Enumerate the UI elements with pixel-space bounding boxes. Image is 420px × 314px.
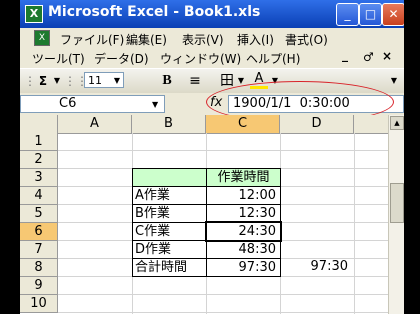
menu-view[interactable]: 表示(V)	[182, 31, 224, 48]
chevron-down-icon: ▼	[113, 76, 120, 85]
row-header-9[interactable]: 9	[20, 277, 58, 295]
menu-edit[interactable]: 編集(E)	[126, 31, 167, 48]
cell-b7[interactable]: D作業	[132, 240, 207, 259]
autosum-button[interactable]: Σ	[34, 72, 52, 90]
menu-tools[interactable]: ツール(T)	[32, 50, 85, 67]
column-header-c[interactable]: C	[206, 115, 280, 133]
column-header-a[interactable]: A	[58, 115, 132, 133]
cell-c6-selected[interactable]: 24:30	[205, 221, 282, 242]
cell-b8[interactable]: 合計時間	[132, 258, 207, 277]
row-header-1[interactable]: 1	[20, 133, 58, 151]
row-header-3[interactable]: 3	[20, 169, 58, 187]
workbook-icon[interactable]: X	[34, 30, 50, 46]
row-header-10[interactable]: 10	[20, 295, 58, 313]
align-button[interactable]: ≡	[186, 72, 204, 90]
menu-bar: X ファイル(F) 編集(E) 表示(V) 挿入(I) 書式(O) ツール(T)…	[20, 28, 404, 68]
toolbar-separator: ⋮	[64, 74, 76, 88]
close-button[interactable]: ✕	[382, 3, 404, 26]
select-all-corner[interactable]	[20, 115, 58, 133]
excel-icon: X	[25, 5, 43, 23]
doc-minimize-button[interactable]: _	[342, 48, 348, 62]
column-header-row: A B C D	[20, 115, 404, 134]
scroll-up-icon[interactable]: ▲	[390, 116, 404, 130]
menu-window[interactable]: ウィンドウ(W)	[160, 50, 241, 67]
row-header-4[interactable]: 4	[20, 187, 58, 205]
minimize-button[interactable]: _	[336, 3, 359, 26]
menu-data[interactable]: データ(D)	[94, 50, 149, 67]
cell-b3[interactable]	[132, 168, 207, 187]
cell-c3[interactable]: 作業時間	[206, 168, 281, 187]
font-size-select[interactable]: 11 ▼	[84, 72, 124, 88]
toolbar-grip-icon: ⋮	[76, 74, 88, 88]
chevron-down-icon[interactable]: ▼	[152, 100, 158, 109]
row-header-8[interactable]: 8	[20, 259, 58, 277]
chevron-down-icon[interactable]: ▼	[52, 72, 62, 90]
row-header-7[interactable]: 7	[20, 241, 58, 259]
bold-button[interactable]: B	[158, 72, 176, 90]
row-header-2[interactable]: 2	[20, 151, 58, 169]
gridline	[58, 312, 388, 313]
gridline	[58, 150, 388, 151]
cell-b4[interactable]: A作業	[132, 186, 207, 205]
row-header-6[interactable]: 6	[20, 223, 58, 241]
font-size-value: 11	[88, 74, 102, 87]
window-title: Microsoft Excel - Book1.xls	[48, 4, 261, 20]
scrollbar-thumb[interactable]	[390, 183, 404, 223]
doc-restore-button[interactable]: ♂	[363, 50, 374, 64]
cell-b6[interactable]: C作業	[132, 222, 207, 241]
cell-c8[interactable]: 97:30	[206, 258, 281, 277]
menu-file[interactable]: ファイル(F)	[60, 31, 124, 48]
gridline	[354, 133, 355, 314]
column-header-b[interactable]: B	[132, 115, 206, 133]
menu-format[interactable]: 書式(O)	[285, 31, 328, 48]
menu-insert[interactable]: 挿入(I)	[237, 31, 274, 48]
name-box[interactable]: C6	[20, 95, 165, 113]
title-bar[interactable]: X Microsoft Excel - Book1.xls _ □ ✕	[20, 0, 404, 28]
cell-c4[interactable]: 12:00	[206, 186, 281, 205]
toolbar-grip-icon: ⋮	[24, 74, 36, 88]
excel-window: X Microsoft Excel - Book1.xls _ □ ✕ X ファ…	[20, 0, 404, 314]
toolbar-options-icon[interactable]: ▼	[388, 72, 400, 90]
cell-d8[interactable]: 97:30	[280, 258, 354, 276]
menu-help[interactable]: ヘルプ(H)	[246, 50, 300, 67]
gridline	[58, 294, 388, 295]
maximize-button[interactable]: □	[359, 3, 382, 26]
column-header-d[interactable]: D	[280, 115, 354, 133]
spreadsheet-grid: A B C D 1 2 3 4 5 6 7 8 9 10 作業時間 A作業 12…	[20, 115, 404, 314]
row-header-5[interactable]: 5	[20, 205, 58, 223]
vertical-scrollbar[interactable]: ▲	[388, 115, 404, 314]
doc-close-button[interactable]: ×	[382, 49, 392, 63]
cell-b5[interactable]: B作業	[132, 204, 207, 223]
cell-c7[interactable]: 48:30	[206, 240, 281, 259]
